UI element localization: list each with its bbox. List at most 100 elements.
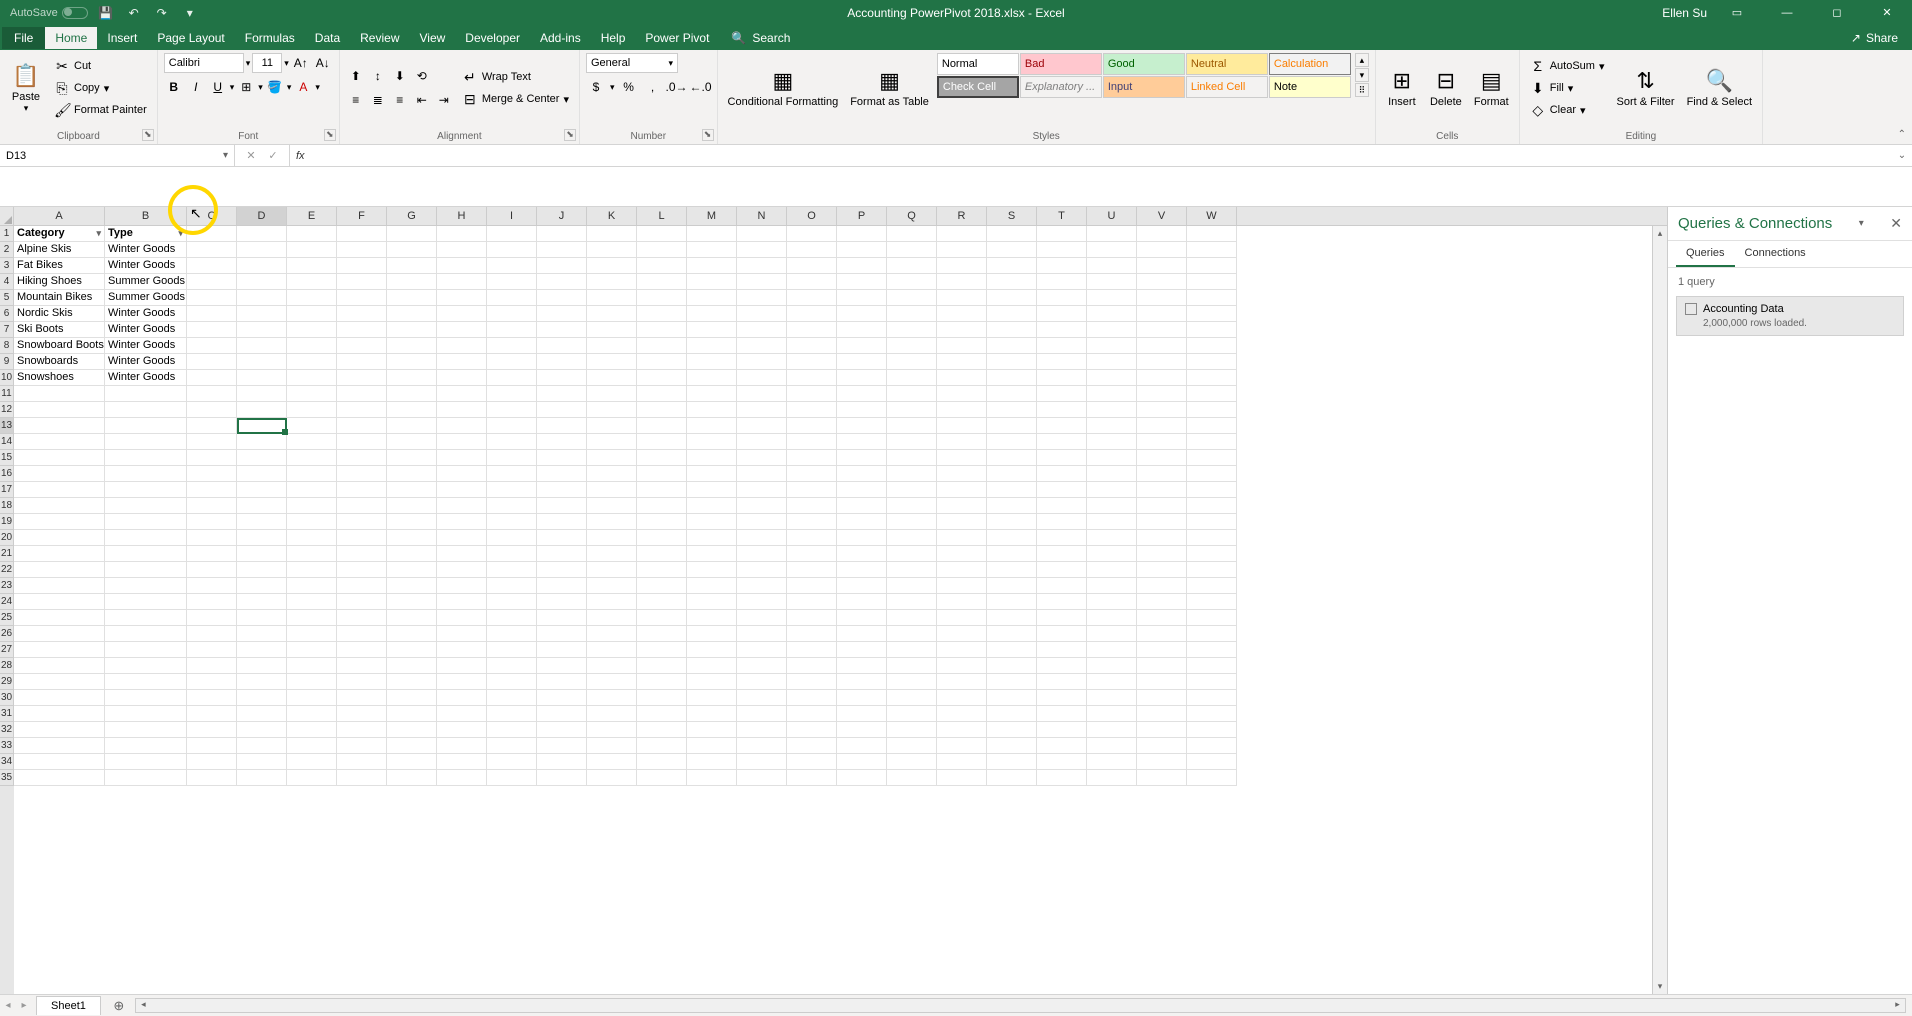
cell[interactable]: [987, 258, 1037, 274]
cell[interactable]: [1137, 498, 1187, 514]
cell[interactable]: [837, 754, 887, 770]
cell[interactable]: [537, 754, 587, 770]
cell[interactable]: [737, 738, 787, 754]
cell[interactable]: [487, 690, 537, 706]
cell[interactable]: [687, 322, 737, 338]
cell[interactable]: [487, 338, 537, 354]
cell[interactable]: [1087, 354, 1137, 370]
autosum-button[interactable]: ΣAutoSum ▾: [1526, 56, 1609, 76]
cell[interactable]: [337, 738, 387, 754]
cell[interactable]: [105, 466, 187, 482]
cell[interactable]: [237, 258, 287, 274]
cell[interactable]: [637, 402, 687, 418]
cell[interactable]: Snowshoes: [14, 370, 105, 386]
cell[interactable]: [737, 402, 787, 418]
cell[interactable]: [14, 690, 105, 706]
cell[interactable]: [1187, 258, 1237, 274]
col-header-j[interactable]: J: [537, 207, 587, 225]
cell[interactable]: [737, 770, 787, 786]
cell[interactable]: [14, 706, 105, 722]
menu-addins[interactable]: Add-ins: [530, 27, 591, 49]
cell[interactable]: [387, 354, 437, 370]
italic-button[interactable]: I: [186, 77, 206, 97]
cell[interactable]: [937, 562, 987, 578]
cell[interactable]: [287, 530, 337, 546]
cell[interactable]: [937, 626, 987, 642]
cell[interactable]: [787, 290, 837, 306]
cell[interactable]: [587, 274, 637, 290]
cell[interactable]: [1037, 706, 1087, 722]
cell[interactable]: Winter Goods: [105, 306, 187, 322]
cell[interactable]: [787, 322, 837, 338]
cell[interactable]: [1087, 386, 1137, 402]
cell[interactable]: [637, 338, 687, 354]
cell[interactable]: [105, 722, 187, 738]
row-header[interactable]: 18: [0, 498, 14, 514]
cell[interactable]: [237, 354, 287, 370]
cell[interactable]: [537, 370, 587, 386]
cell[interactable]: [1187, 610, 1237, 626]
cell[interactable]: [387, 770, 437, 786]
cell[interactable]: [687, 386, 737, 402]
cell[interactable]: [637, 466, 687, 482]
cell[interactable]: [587, 722, 637, 738]
cell[interactable]: [387, 578, 437, 594]
cell[interactable]: [537, 274, 587, 290]
cell[interactable]: [837, 402, 887, 418]
menu-file[interactable]: File: [2, 27, 45, 49]
cell[interactable]: [637, 530, 687, 546]
cell[interactable]: [1087, 450, 1137, 466]
cell[interactable]: [937, 386, 987, 402]
cell[interactable]: [1087, 514, 1137, 530]
cell[interactable]: [337, 658, 387, 674]
cell[interactable]: [787, 482, 837, 498]
cell[interactable]: [737, 546, 787, 562]
cell[interactable]: [787, 514, 837, 530]
cell[interactable]: [237, 498, 287, 514]
cell[interactable]: [237, 418, 287, 434]
row-header[interactable]: 27: [0, 642, 14, 658]
cell[interactable]: [1137, 578, 1187, 594]
cell[interactable]: [237, 626, 287, 642]
cell[interactable]: [14, 578, 105, 594]
align-right-icon[interactable]: ≡: [390, 90, 410, 110]
cell[interactable]: [337, 578, 387, 594]
cell[interactable]: [1087, 434, 1137, 450]
cell[interactable]: [1087, 482, 1137, 498]
cell[interactable]: [1087, 690, 1137, 706]
cell[interactable]: [937, 242, 987, 258]
cell[interactable]: [237, 290, 287, 306]
cell[interactable]: [637, 514, 687, 530]
cell[interactable]: [237, 306, 287, 322]
cell[interactable]: [887, 450, 937, 466]
cell[interactable]: [237, 530, 287, 546]
cell[interactable]: [837, 722, 887, 738]
cell[interactable]: [1137, 770, 1187, 786]
cell[interactable]: [987, 610, 1037, 626]
cell[interactable]: [337, 562, 387, 578]
cell[interactable]: [537, 354, 587, 370]
cell[interactable]: [687, 450, 737, 466]
col-header-e[interactable]: E: [287, 207, 337, 225]
cell[interactable]: [737, 226, 787, 242]
cell[interactable]: [14, 530, 105, 546]
increase-decimal-icon[interactable]: .0→: [667, 77, 687, 97]
cell[interactable]: [1187, 642, 1237, 658]
cell[interactable]: [487, 754, 537, 770]
cell[interactable]: [987, 578, 1037, 594]
cell[interactable]: [1037, 770, 1087, 786]
cell[interactable]: [437, 482, 487, 498]
cell[interactable]: [287, 386, 337, 402]
cell[interactable]: [1137, 450, 1187, 466]
cell[interactable]: [387, 626, 437, 642]
cell[interactable]: [1187, 226, 1237, 242]
cell[interactable]: [187, 322, 237, 338]
row-header[interactable]: 14: [0, 434, 14, 450]
cell[interactable]: [337, 546, 387, 562]
cell[interactable]: [1137, 370, 1187, 386]
row-header[interactable]: 5: [0, 290, 14, 306]
cell[interactable]: [187, 754, 237, 770]
cell[interactable]: [1187, 498, 1237, 514]
cell[interactable]: [187, 722, 237, 738]
cell[interactable]: [1187, 354, 1237, 370]
